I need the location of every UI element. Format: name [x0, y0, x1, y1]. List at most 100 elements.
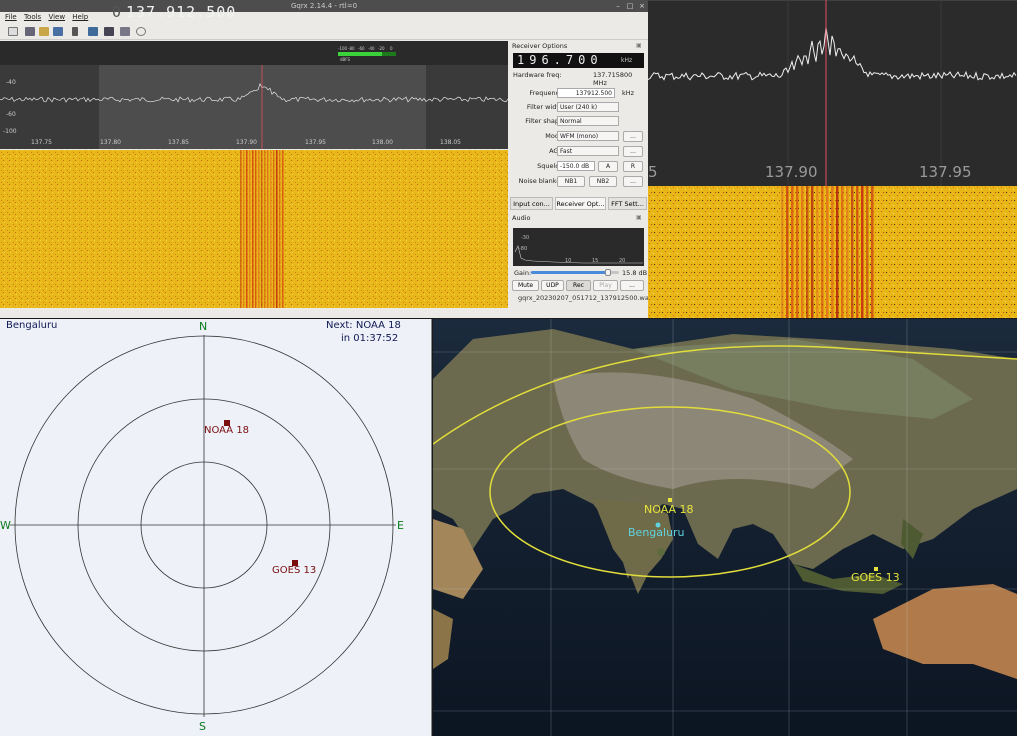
nb-options-button[interactable]: ... — [623, 176, 643, 187]
tab-fft-settings[interactable]: FFT Sett... — [608, 197, 647, 210]
gain-slider[interactable] — [531, 269, 619, 276]
device-icon[interactable] — [25, 27, 35, 36]
remote-control-icon[interactable] — [120, 27, 130, 36]
power-icon[interactable] — [8, 27, 18, 36]
sat-label-noaa18[interactable]: NOAA 18 — [204, 425, 249, 436]
zoomed-spectrum-plot: 5 137.90 137.95 — [648, 0, 1017, 186]
noise-blanker-row: Noise blanker NB1 NB2 ... — [509, 176, 648, 187]
smeter-unit: dBFS — [340, 57, 351, 62]
spectrum-xlabel: 137.85 — [168, 139, 189, 146]
squelch-input[interactable]: -150.0 dB — [557, 161, 595, 171]
sky-polar-view: Bengaluru Next: NOAA 18 in 01:37:52 N S … — [0, 319, 432, 736]
compass-north: N — [199, 320, 208, 333]
mute-button[interactable]: Mute — [512, 280, 539, 291]
recording-filename: gqrx_20230207_051712_137912500.wav — [518, 294, 648, 302]
audio-scope-label: -80 — [519, 246, 527, 252]
compass-west: W — [0, 519, 11, 532]
smeter-label: -40 — [368, 46, 375, 51]
compass-south: S — [199, 720, 206, 733]
agc-select[interactable]: Fast — [557, 146, 619, 156]
map-label-goes13[interactable]: GOES 13 — [851, 571, 900, 584]
smeter-label: -100 — [338, 46, 348, 51]
save-icon[interactable] — [53, 27, 63, 36]
world-map-view: NOAA 18 Bengaluru GOES 13 — [433, 319, 1017, 736]
tab-input-controls[interactable]: Input con... — [510, 197, 553, 210]
filter-shape-row: Filter shape Normal — [509, 116, 648, 127]
play-button[interactable]: Play — [593, 280, 618, 291]
menu-tools[interactable]: Tools — [24, 13, 41, 21]
frequency-display[interactable]: 137.912.500 — [126, 3, 236, 21]
noaa18-map-marker[interactable] — [668, 498, 672, 502]
squelch-reset-button[interactable]: R — [623, 161, 643, 172]
audio-fft: -30 -80 10 15 20 — [513, 228, 644, 266]
menu-view[interactable]: View — [48, 13, 65, 21]
sri-lanka — [657, 548, 665, 556]
hw-freq-value: 137.715800 MHz — [593, 71, 633, 87]
smeter-label: -80 — [348, 46, 355, 51]
spectrum-xlabel: 137.95 — [305, 139, 326, 146]
udp-button[interactable]: UDP — [541, 280, 564, 291]
dxcluster-icon[interactable] — [104, 27, 114, 36]
ground-station-name: Bengaluru — [6, 320, 58, 331]
smeter-label: -60 — [358, 46, 365, 51]
open-folder-icon[interactable] — [39, 27, 49, 36]
smeter-label: -20 — [378, 46, 385, 51]
audio-scope-label: -30 — [521, 235, 529, 241]
mode-options-button[interactable]: ... — [623, 131, 643, 142]
spectrum-xlabel: 138.05 — [440, 139, 461, 146]
agc-options-button[interactable]: ... — [623, 146, 643, 157]
menu-help[interactable]: Help — [72, 13, 88, 21]
map-label-noaa18[interactable]: NOAA 18 — [644, 503, 694, 516]
filter-width-select[interactable]: User (240 k) — [557, 102, 619, 112]
frequency-input[interactable]: 137912.500 — [557, 88, 615, 98]
zoom-xlabel: 5 — [648, 163, 658, 181]
filter-shape-select[interactable]: Normal — [557, 116, 619, 126]
window-title: Gqrx 2.14.4 - rtl=0 — [290, 2, 358, 10]
window-titlebar[interactable]: Gqrx 2.14.4 - rtl=0 – □ × — [0, 0, 648, 12]
nb2-button[interactable]: NB2 — [589, 176, 617, 187]
frequency-row: Frequency 137912.500 kHz — [509, 88, 648, 99]
map-label-bengaluru[interactable]: Bengaluru — [628, 526, 685, 539]
mode-row: Mode WFM (mono) ... — [509, 131, 648, 142]
menu-file[interactable]: File — [5, 13, 17, 21]
zoom-xlabel: 137.95 — [919, 163, 972, 181]
mode-select[interactable]: WFM (mono) — [557, 131, 619, 141]
map-canvas[interactable] — [433, 319, 1017, 736]
gain-value: 15.8 dB — [622, 269, 648, 277]
receiver-options-title: Receiver Options — [512, 42, 568, 50]
spectrum-trace — [0, 65, 508, 149]
nb1-button[interactable]: NB1 — [557, 176, 585, 187]
close-icon[interactable]: × — [638, 2, 646, 10]
waterfall[interactable] — [0, 150, 508, 308]
spectrum-ylabel: -40 — [6, 79, 16, 86]
crosshair-icon[interactable] — [136, 27, 146, 36]
hw-freq-label: Hardware freq: — [513, 71, 562, 79]
squelch-auto-button[interactable]: A — [598, 161, 618, 172]
minimize-icon[interactable]: – — [614, 2, 622, 10]
smeter-label: 0 — [390, 46, 393, 51]
spectrum-xlabel: 137.90 — [236, 139, 257, 146]
spectrum-ylabel: -60 — [6, 111, 16, 118]
receiver-offset-unit: kHz — [621, 57, 633, 64]
signal-meter: -100 -80 -60 -40 -20 0 dBFS — [338, 46, 396, 62]
dock-float-icon[interactable]: ▣ — [636, 42, 642, 49]
audio-scope-label: 15 — [592, 258, 598, 264]
agc-row: AGC Fast ... — [509, 146, 648, 157]
tab-receiver-options[interactable]: Receiver Opt... — [555, 197, 606, 210]
gain-slider-handle[interactable] — [605, 269, 612, 276]
audio-dock-float-icon[interactable]: ▣ — [636, 214, 642, 221]
maximize-icon[interactable]: □ — [626, 2, 634, 10]
frequency-unit: kHz — [622, 89, 635, 97]
io-config-icon[interactable] — [72, 27, 78, 36]
frequency-prefix[interactable]: 0 — [112, 3, 121, 21]
next-pass-satellite: Next: NOAA 18 — [326, 320, 401, 331]
compass-east: E — [397, 519, 404, 532]
rec-button[interactable]: Rec — [566, 280, 591, 291]
audio-title: Audio — [512, 214, 531, 222]
gqrx-window: Gqrx 2.14.4 - rtl=0 – □ × File Tools Vie… — [0, 0, 648, 318]
frequency-panel — [0, 41, 508, 65]
sat-label-goes13[interactable]: GOES 13 — [272, 565, 316, 576]
filter-width-row: Filter width User (240 k) — [509, 102, 648, 113]
screenshot-icon[interactable] — [88, 27, 98, 36]
audio-options-button[interactable]: ... — [620, 280, 644, 291]
